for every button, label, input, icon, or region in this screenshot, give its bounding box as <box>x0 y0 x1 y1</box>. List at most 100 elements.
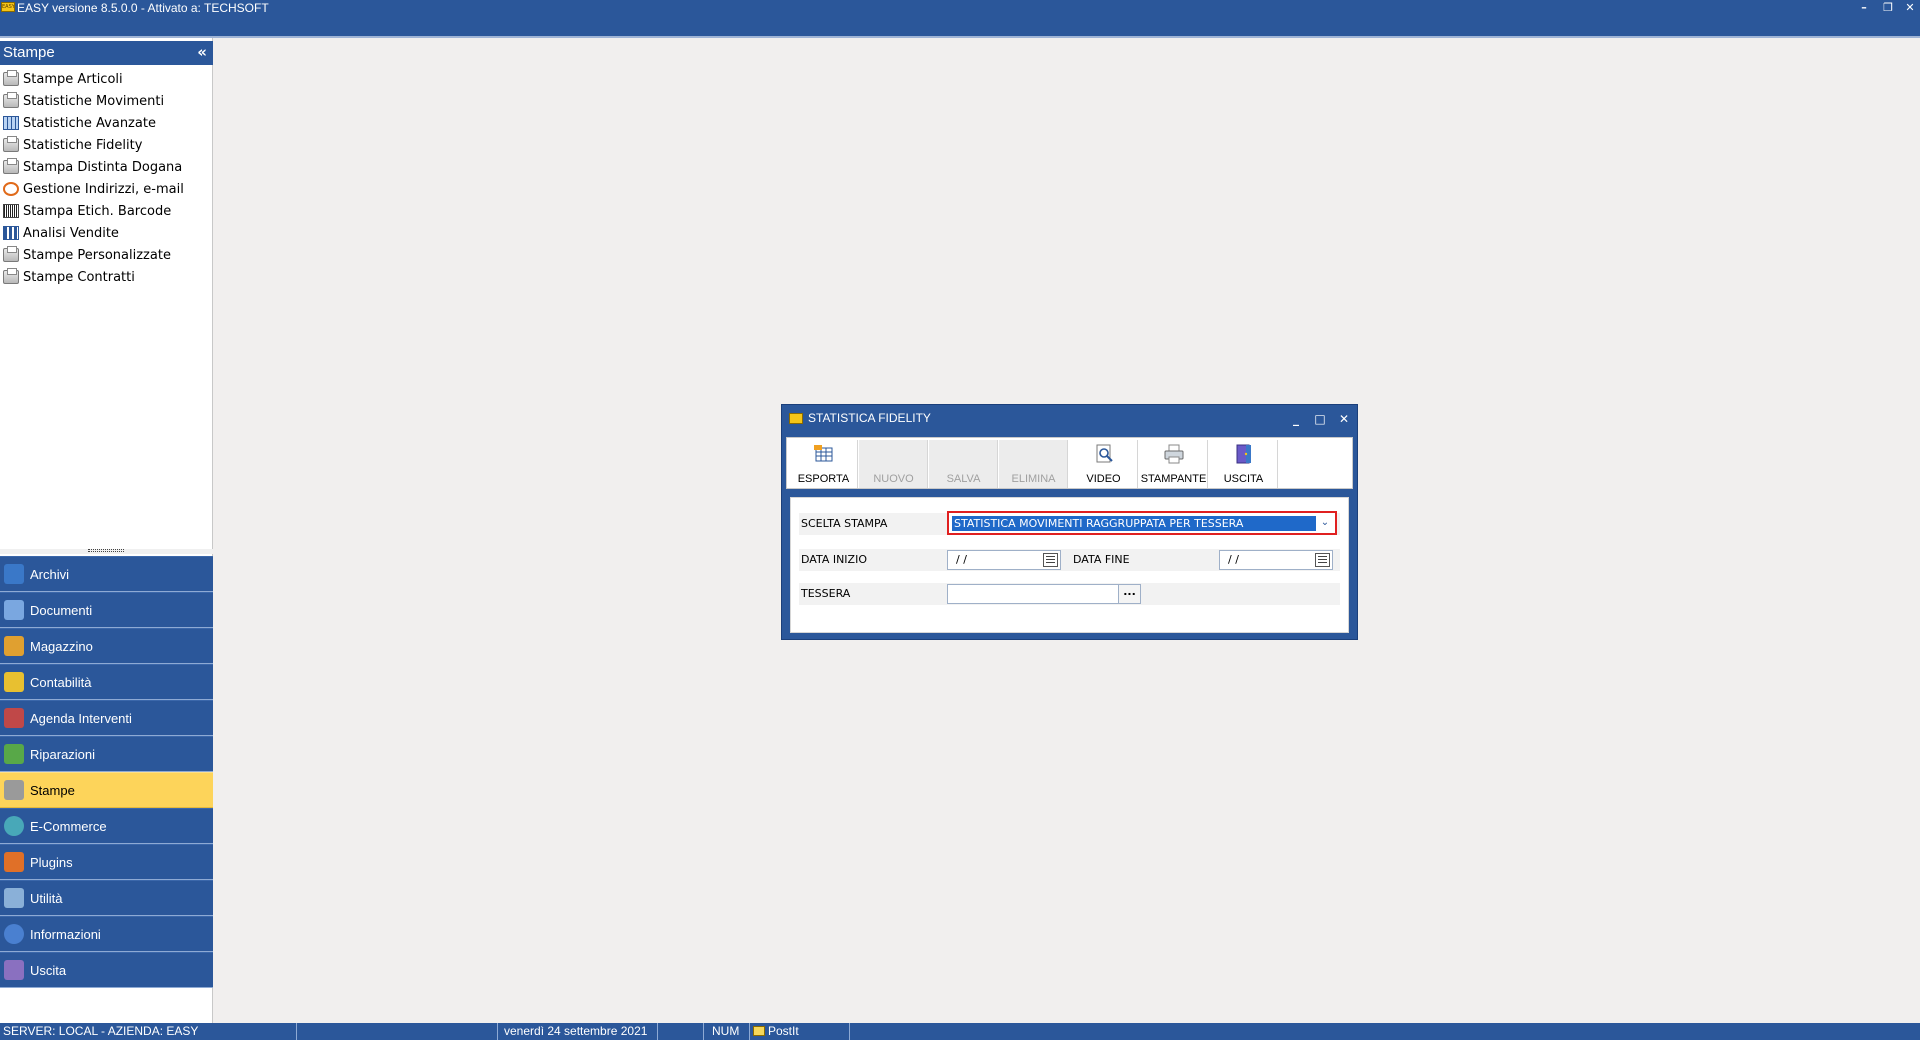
dialog-minimize-button[interactable]: _ <box>1288 411 1304 427</box>
scales-icon <box>4 672 24 692</box>
data-inizio-field[interactable]: / / <box>947 550 1061 570</box>
chevron-down-icon[interactable]: ⌄ <box>1317 515 1333 531</box>
minimize-button[interactable]: – <box>1856 1 1872 15</box>
postit-icon <box>753 1026 765 1036</box>
salva-button[interactable]: SALVA <box>929 440 998 488</box>
scelta-stampa-label: SCELTA STAMPA <box>801 517 888 530</box>
menu-item-stampe-contratti[interactable]: Stampe Contratti <box>0 266 213 288</box>
new-icon <box>883 444 905 464</box>
dialog-title-bar[interactable]: STATISTICA FIDELITY _ □ ✕ <box>782 405 1357 437</box>
dialog-maximize-button[interactable]: □ <box>1312 411 1328 427</box>
printer-icon <box>3 246 19 262</box>
module-documenti[interactable]: Documenti <box>0 592 213 628</box>
menu-item-statistiche-fidelity[interactable]: Statistiche Fidelity <box>0 134 213 156</box>
module-utilita[interactable]: Utilità <box>0 880 213 916</box>
module-archivi[interactable]: Archivi <box>0 556 213 592</box>
status-date: venerdì 24 settembre 2021 <box>498 1023 658 1040</box>
module-contabilita[interactable]: Contabilità <box>0 664 213 700</box>
barcode-icon <box>3 204 19 218</box>
esporta-button[interactable]: ESPORTA <box>789 440 858 488</box>
dialog-toolbar: ESPORTA NUOVO SALVA ELIMINA VIDEO STAMPA… <box>786 437 1353 489</box>
printer-icon <box>3 92 19 108</box>
module-riparazioni[interactable]: Riparazioni <box>0 736 213 772</box>
nuovo-button[interactable]: NUOVO <box>859 440 928 488</box>
panel-header: Stampe « <box>0 41 213 65</box>
info-icon <box>4 924 24 944</box>
chart-icon <box>3 226 19 240</box>
archive-icon <box>4 564 24 584</box>
printer-icon <box>3 158 19 174</box>
uscita-button[interactable]: USCITA <box>1209 440 1278 488</box>
module-uscita[interactable]: Uscita <box>0 952 213 988</box>
status-server: SERVER: LOCAL - AZIENDA: EASY <box>0 1023 297 1040</box>
app-logo-icon: EASY <box>1 2 15 12</box>
statistica-fidelity-dialog: STATISTICA FIDELITY _ □ ✕ ESPORTA NUOVO … <box>781 404 1358 640</box>
menu-item-stampa-distinta-dogana[interactable]: Stampa Distinta Dogana <box>0 156 213 178</box>
scelta-stampa-select[interactable]: STATISTICA MOVIMENTI RAGGRUPPATA PER TES… <box>947 511 1337 535</box>
calendar-icon[interactable] <box>1315 553 1330 567</box>
data-fine-field[interactable]: / / <box>1219 550 1333 570</box>
tessera-label: TESSERA <box>801 587 851 600</box>
app-logo-icon <box>789 413 803 424</box>
left-panel: Stampe « Stampe Articoli Statistiche Mov… <box>0 38 213 1040</box>
module-plugins[interactable]: Plugins <box>0 844 213 880</box>
plugin-icon <box>4 852 24 872</box>
postit-button[interactable]: PostIt <box>750 1023 850 1040</box>
print-menu-list: Stampe Articoli Statistiche Movimenti St… <box>0 68 213 288</box>
printer-icon <box>3 136 19 152</box>
stampante-button[interactable]: STAMPANTE <box>1139 440 1208 488</box>
dialog-title: STATISTICA FIDELITY <box>808 411 931 425</box>
repair-icon <box>4 744 24 764</box>
printer-icon <box>1164 444 1184 464</box>
restore-button[interactable]: ❐ <box>1880 1 1896 15</box>
panel-splitter[interactable] <box>0 549 213 554</box>
address-icon <box>3 182 19 196</box>
dialog-close-button[interactable]: ✕ <box>1336 411 1352 427</box>
menu-item-gestione-indirizzi[interactable]: Gestione Indirizzi, e-mail <box>0 178 213 200</box>
delete-icon <box>1023 444 1045 464</box>
document-icon <box>4 600 24 620</box>
save-icon <box>953 444 975 464</box>
menu-item-statistiche-avanzate[interactable]: Statistiche Avanzate <box>0 112 213 134</box>
dialog-form: SCELTA STAMPA STATISTICA MOVIMENTI RAGGR… <box>790 497 1349 633</box>
elimina-button[interactable]: ELIMINA <box>999 440 1068 488</box>
scelta-stampa-value: STATISTICA MOVIMENTI RAGGRUPPATA PER TES… <box>952 516 1316 531</box>
title-bar: EASY EASY versione 8.5.0.0 - Attivato a:… <box>0 0 1920 38</box>
data-fine-label: DATA FINE <box>1073 553 1130 566</box>
agenda-icon <box>4 708 24 728</box>
status-num: NUM <box>704 1023 750 1040</box>
warehouse-icon <box>4 636 24 656</box>
window-title: EASY versione 8.5.0.0 - Attivato a: TECH… <box>17 1 269 15</box>
tessera-lookup-button[interactable]: ... <box>1118 585 1140 603</box>
table-icon <box>3 116 19 130</box>
exit-icon <box>1236 444 1251 464</box>
status-empty-1 <box>297 1023 498 1040</box>
status-empty-2 <box>658 1023 704 1040</box>
close-button[interactable]: ✕ <box>1902 1 1918 15</box>
menu-item-analisi-vendite[interactable]: Analisi Vendite <box>0 222 213 244</box>
video-button[interactable]: VIDEO <box>1069 440 1138 488</box>
calendar-icon[interactable] <box>1043 553 1058 567</box>
export-icon <box>814 445 833 462</box>
module-agenda-interventi[interactable]: Agenda Interventi <box>0 700 213 736</box>
collapse-panel-button[interactable]: « <box>197 43 207 61</box>
menu-item-stampa-etich-barcode[interactable]: Stampa Etich. Barcode <box>0 200 213 222</box>
printer-icon <box>3 70 19 86</box>
menu-item-stampe-articoli[interactable]: Stampe Articoli <box>0 68 213 90</box>
tools-icon <box>4 888 24 908</box>
status-bar: SERVER: LOCAL - AZIENDA: EASY venerdì 24… <box>0 1023 1920 1040</box>
menu-item-stampe-personalizzate[interactable]: Stampe Personalizzate <box>0 244 213 266</box>
preview-icon <box>1096 444 1113 463</box>
data-inizio-label: DATA INIZIO <box>801 553 867 566</box>
exit-icon <box>4 960 24 980</box>
panel-header-title: Stampe <box>3 44 55 61</box>
module-stampe[interactable]: Stampe <box>0 772 213 808</box>
module-magazzino[interactable]: Magazzino <box>0 628 213 664</box>
tessera-input[interactable]: ... <box>947 584 1141 604</box>
splitter-grip-icon <box>88 549 124 552</box>
globe-icon <box>4 816 24 836</box>
module-informazioni[interactable]: Informazioni <box>0 916 213 952</box>
printer-icon <box>4 780 24 800</box>
module-e-commerce[interactable]: E-Commerce <box>0 808 213 844</box>
menu-item-statistiche-movimenti[interactable]: Statistiche Movimenti <box>0 90 213 112</box>
